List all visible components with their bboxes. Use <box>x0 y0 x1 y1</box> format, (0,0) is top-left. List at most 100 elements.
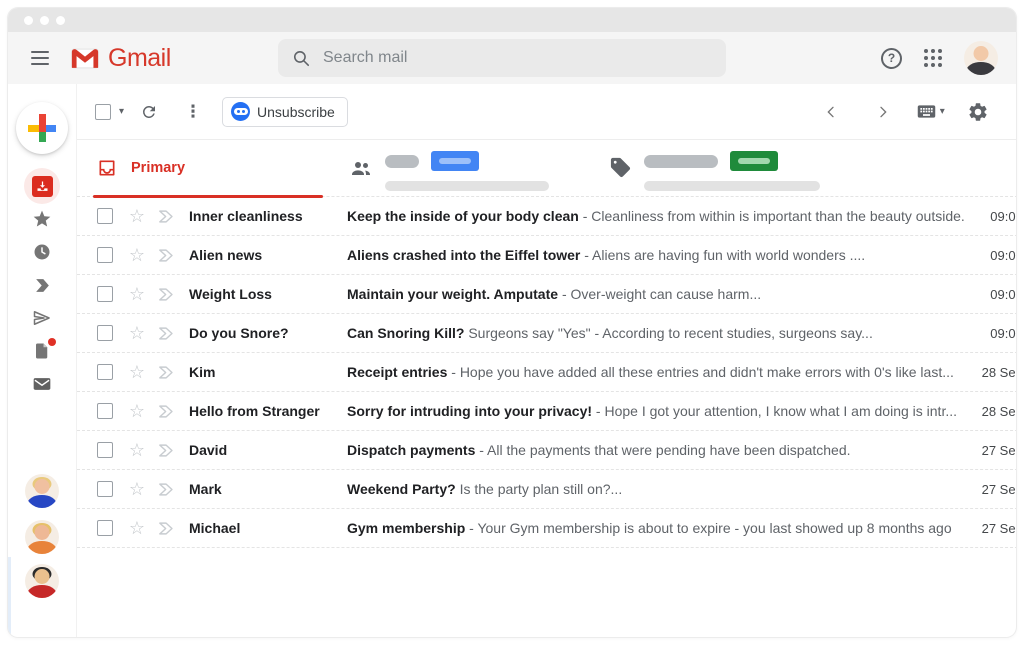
newer-page-button[interactable] <box>812 93 850 131</box>
sidebar-item-drafts[interactable] <box>30 339 54 363</box>
star-toggle-icon[interactable]: ☆ <box>127 519 147 537</box>
email-subject-snippet: Receipt entries - Hope you have added al… <box>347 364 965 380</box>
email-snippet: - All the payments that were pending hav… <box>479 442 850 458</box>
row-checkbox[interactable] <box>97 208 113 224</box>
email-subject-snippet: Maintain your weight. Amputate - Over-we… <box>347 286 965 302</box>
importance-marker-icon[interactable] <box>157 287 177 302</box>
category-tabs: Primary <box>77 140 1016 197</box>
contact-avatar[interactable] <box>25 474 59 508</box>
email-subject: Gym membership <box>347 520 465 536</box>
contact-avatar[interactable] <box>25 520 59 554</box>
input-tools-button[interactable]: ▾ <box>916 101 945 122</box>
apps-grid-icon[interactable] <box>924 49 942 67</box>
email-row[interactable]: ☆ Do you Snore? Can Snoring Kill? Surgeo… <box>77 314 1016 353</box>
star-toggle-icon[interactable]: ☆ <box>127 285 147 303</box>
tag-icon <box>609 156 632 179</box>
importance-marker-icon[interactable] <box>157 209 177 224</box>
star-toggle-icon[interactable]: ☆ <box>127 441 147 459</box>
more-options-button[interactable]: ⋮ <box>174 93 212 131</box>
importance-marker-icon[interactable] <box>157 521 177 536</box>
tab-promotions[interactable] <box>609 150 820 191</box>
importance-marker-icon[interactable] <box>157 365 177 380</box>
importance-marker-icon[interactable] <box>157 248 177 263</box>
email-row[interactable]: ☆ Inner cleanliness Keep the inside of y… <box>77 197 1016 236</box>
clock-icon <box>32 242 52 262</box>
row-checkbox[interactable] <box>97 247 113 263</box>
sidebar-rail <box>8 84 76 637</box>
hamburger-menu-icon[interactable] <box>16 38 64 78</box>
row-checkbox[interactable] <box>97 442 113 458</box>
sidebar-item-mail[interactable] <box>30 372 54 396</box>
email-row[interactable]: ☆ David Dispatch payments - All the paym… <box>77 431 1016 470</box>
sidebar-item-snoozed[interactable] <box>30 240 54 264</box>
email-time: 27 Sep <box>965 443 1016 458</box>
app-body: ▾ ⋮ Unsubscribe <box>8 84 1016 637</box>
star-toggle-icon[interactable]: ☆ <box>127 324 147 342</box>
search-input[interactable] <box>323 49 712 67</box>
email-row[interactable]: ☆ Mark Weekend Party? Is the party plan … <box>77 470 1016 509</box>
row-checkbox[interactable] <box>97 520 113 536</box>
unsubscribe-button[interactable]: Unsubscribe <box>222 97 348 127</box>
email-time: 09:06 <box>965 287 1016 302</box>
profile-avatar[interactable] <box>964 41 998 75</box>
help-icon[interactable]: ? <box>881 48 902 69</box>
row-checkbox[interactable] <box>97 325 113 341</box>
compose-button[interactable] <box>16 102 68 154</box>
settings-button[interactable] <box>959 93 997 131</box>
refresh-button[interactable] <box>130 93 168 131</box>
email-time: 09:07 <box>965 248 1016 263</box>
sidebar-item-inbox[interactable] <box>30 174 54 198</box>
email-snippet: - Hope you have added all these entries … <box>451 364 954 380</box>
email-row[interactable]: ☆ Michael Gym membership - Your Gym memb… <box>77 509 1016 548</box>
sidebar-item-important[interactable] <box>30 273 54 297</box>
email-sender: David <box>189 442 335 458</box>
select-dropdown-caret-icon[interactable]: ▾ <box>119 106 124 117</box>
email-sender: Hello from Stranger <box>189 403 335 419</box>
skeleton-bar <box>644 181 820 191</box>
window-dot-icon <box>56 16 65 25</box>
sidebar-item-starred[interactable] <box>30 207 54 231</box>
star-toggle-icon[interactable]: ☆ <box>127 402 147 420</box>
chevron-left-icon <box>823 104 839 120</box>
older-page-button[interactable] <box>864 93 902 131</box>
tab-social[interactable] <box>349 150 549 191</box>
importance-marker-icon[interactable] <box>157 404 177 419</box>
importance-marker-icon[interactable] <box>157 482 177 497</box>
email-row[interactable]: ☆ Weight Loss Maintain your weight. Ampu… <box>77 275 1016 314</box>
row-checkbox[interactable] <box>97 286 113 302</box>
importance-marker-icon[interactable] <box>157 443 177 458</box>
gmail-header: Gmail ? <box>8 32 1016 84</box>
gmail-logo: Gmail <box>70 44 220 73</box>
email-time: 09:07 <box>965 209 1016 224</box>
send-icon <box>32 308 52 328</box>
skeleton-pill <box>385 155 419 168</box>
star-toggle-icon[interactable]: ☆ <box>127 480 147 498</box>
contact-avatar[interactable] <box>25 564 59 598</box>
email-row[interactable]: ☆ Kim Receipt entries - Hope you have ad… <box>77 353 1016 392</box>
email-subject: Maintain your weight. Amputate <box>347 286 558 302</box>
row-checkbox[interactable] <box>97 364 113 380</box>
tab-primary[interactable]: Primary <box>93 140 323 196</box>
refresh-icon <box>140 103 158 121</box>
star-toggle-icon[interactable]: ☆ <box>127 363 147 381</box>
email-row[interactable]: ☆ Alien news Aliens crashed into the Eif… <box>77 236 1016 275</box>
toolbar-right: ▾ <box>812 93 997 131</box>
select-all-checkbox[interactable] <box>95 104 111 120</box>
search-bar[interactable] <box>278 39 726 77</box>
row-checkbox[interactable] <box>97 481 113 497</box>
star-toggle-icon[interactable]: ☆ <box>127 207 147 225</box>
email-subject-snippet: Keep the inside of your body clean - Cle… <box>347 208 965 224</box>
email-row[interactable]: ☆ Hello from Stranger Sorry for intrudin… <box>77 392 1016 431</box>
people-icon <box>349 156 373 180</box>
importance-marker-icon[interactable] <box>157 326 177 341</box>
app-window: Gmail ? <box>8 8 1016 637</box>
email-time: 27 Sep <box>965 521 1016 536</box>
tab-primary-label: Primary <box>131 160 185 176</box>
row-checkbox[interactable] <box>97 403 113 419</box>
star-toggle-icon[interactable]: ☆ <box>127 246 147 264</box>
edge-decoration <box>8 557 11 637</box>
sidebar-item-sent[interactable] <box>30 306 54 330</box>
email-sender: Michael <box>189 520 335 536</box>
email-sender: Kim <box>189 364 335 380</box>
compose-plus-icon <box>28 114 56 142</box>
